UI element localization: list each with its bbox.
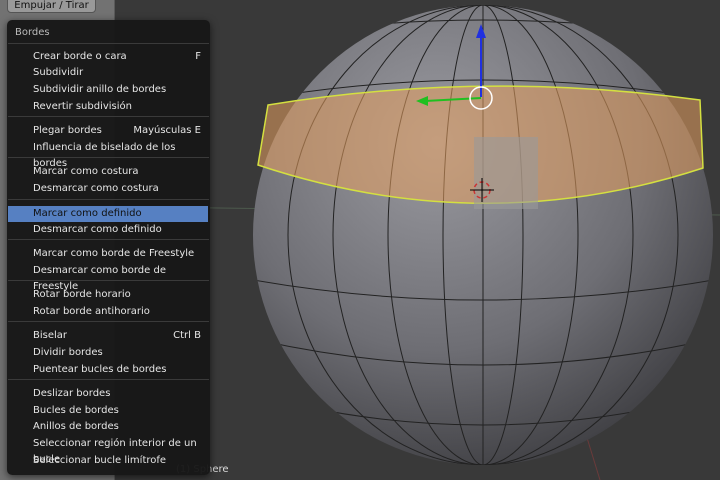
menu-item-plegar-bordes[interactable]: Plegar bordes Mayúsculas E <box>8 123 209 139</box>
menu-item-seleccionar-region-interior-de-un-bucle[interactable]: Seleccionar región interior de un bucle <box>8 436 209 465</box>
push-pull-button[interactable]: Empujar / Tirar <box>7 0 96 13</box>
menu-item-desmarcar-como-definido[interactable]: Desmarcar como definido <box>8 222 209 238</box>
menu-item-bucles-de-bordes[interactable]: Bucles de bordes <box>8 403 209 419</box>
menu-item-rotar-borde-horario[interactable]: Rotar borde horario <box>8 287 209 303</box>
menu-item-label: Bucles de bordes <box>33 405 119 416</box>
menu-item-label: Puentear bucles de bordes <box>33 364 167 375</box>
menu-item-label: Seleccionar bucle limítrofe <box>33 455 167 466</box>
menu-item-label: Marcar como borde de Freestyle <box>33 248 195 259</box>
menu-item-label: Marcar como costura <box>33 166 139 177</box>
menu-item-marcar-como-borde-de-freestyle[interactable]: Marcar como borde de Freestyle <box>8 246 209 262</box>
menu-item-label: Biselar <box>33 330 68 341</box>
sphere-mesh[interactable] <box>250 0 716 480</box>
menu-item-biselar[interactable]: Biselar Ctrl B <box>8 328 209 344</box>
menu-item-puentear-bucles-de-bordes[interactable]: Puentear bucles de bordes <box>8 362 209 378</box>
menu-item-label: Subdividir <box>33 67 84 78</box>
menu-item-label: Deslizar bordes <box>33 388 111 399</box>
menu-item-marcar-como-definido[interactable]: Marcar como definido <box>8 206 208 222</box>
divider <box>8 43 209 44</box>
divider <box>8 379 209 380</box>
menu-item-revertir-subdivision[interactable]: Revertir subdivisión <box>8 99 209 115</box>
divider <box>8 199 209 200</box>
menu-item-label: Subdividir anillo de bordes <box>33 84 167 95</box>
menu-item-anillos-de-bordes[interactable]: Anillos de bordes <box>8 419 209 435</box>
divider <box>8 116 209 117</box>
menu-item-subdividir[interactable]: Subdividir <box>8 65 209 81</box>
menu-item-label: Desmarcar como costura <box>33 183 159 194</box>
menu-item-dividir-bordes[interactable]: Dividir bordes <box>8 345 209 361</box>
menu-title: Bordes <box>15 27 50 38</box>
menu-item-label: Rotar borde antihorario <box>33 306 150 317</box>
menu-item-label: Desmarcar como definido <box>33 224 162 235</box>
shortcut-label: Ctrl B <box>173 330 201 341</box>
menu-item-label: Plegar bordes <box>33 125 102 136</box>
menu-item-crear-borde-o-cara[interactable]: Crear borde o cara F <box>8 49 209 65</box>
menu-item-label: Dividir bordes <box>33 347 103 358</box>
divider <box>8 321 209 322</box>
menu-item-label: Marcar como definido <box>33 208 142 219</box>
menu-item-label: Rotar borde horario <box>33 289 131 300</box>
menu-item-label: Revertir subdivisión <box>33 101 132 112</box>
menu-item-label: Crear borde o cara <box>33 51 127 62</box>
menu-item-label: Anillos de bordes <box>33 421 119 432</box>
edges-menu: Bordes Crear borde o cara F Subdividir Subd… <box>7 20 210 475</box>
menu-item-subdividir-anillo-de-bordes[interactable]: Subdividir anillo de bordes <box>8 82 209 98</box>
menu-item-influencia-de-biselado-de-los-bordes[interactable]: Influencia de biselado de los bordes <box>8 140 209 169</box>
shortcut-label: F <box>195 51 201 62</box>
menu-item-rotar-borde-antihorario[interactable]: Rotar borde antihorario <box>8 304 209 320</box>
menu-item-desmarcar-como-costura[interactable]: Desmarcar como costura <box>8 181 209 197</box>
menu-item-seleccionar-bucle-limitrofe[interactable]: Seleccionar bucle limítrofe <box>8 453 209 469</box>
menu-item-marcar-como-costura[interactable]: Marcar como costura <box>8 164 209 180</box>
menu-item-desmarcar-como-borde-de-freestyle[interactable]: Desmarcar como borde de Freestyle <box>8 263 209 292</box>
menu-item-deslizar-bordes[interactable]: Deslizar bordes <box>8 386 209 402</box>
shortcut-label: Mayúsculas E <box>133 125 201 136</box>
divider <box>8 239 209 240</box>
